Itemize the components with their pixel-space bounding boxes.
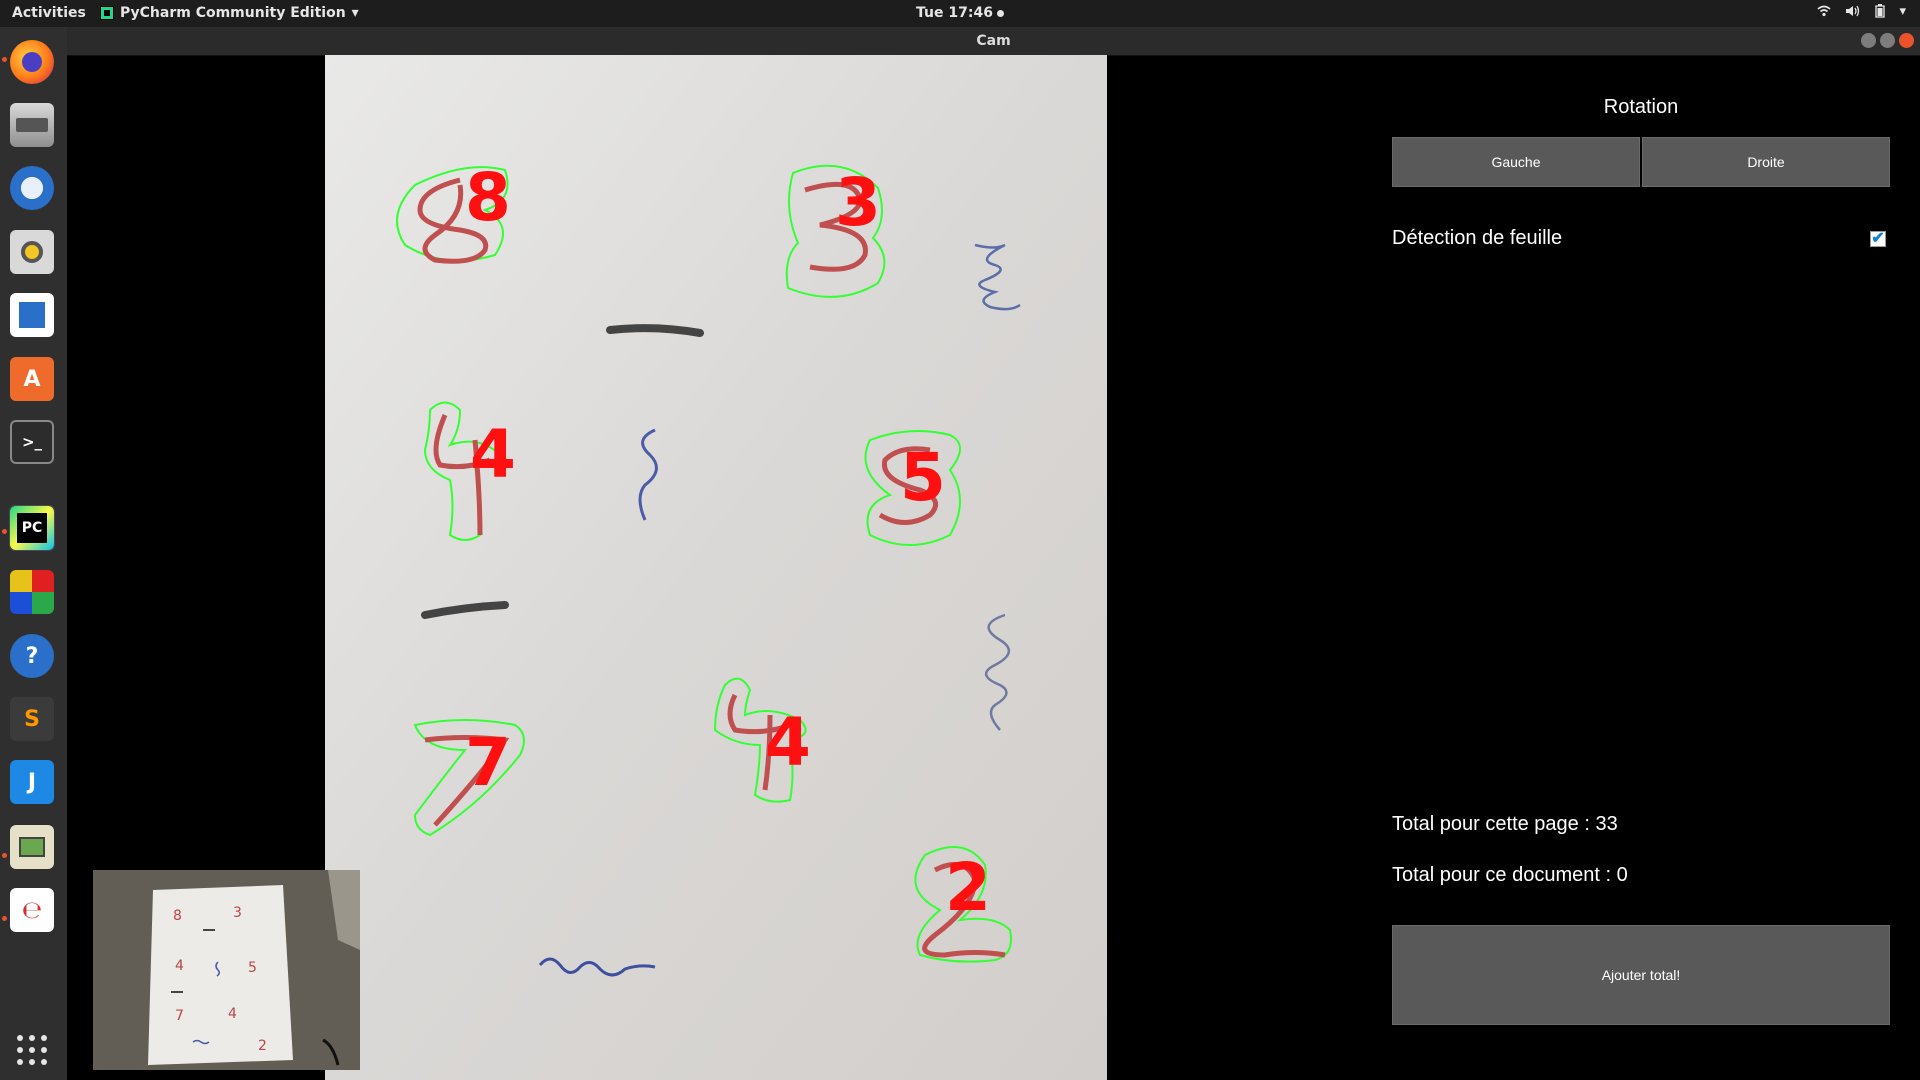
svg-text:3: 3 [233,905,242,921]
raw-camera-thumbnail: 8 3 4 5 7 4 2 [93,870,360,1070]
detected-digit-label: 7 [465,724,511,801]
libreoffice-writer-icon[interactable] [9,292,55,338]
sheet-detection-checkbox[interactable]: ✔ [1870,231,1886,247]
clock[interactable]: Tue 17:46 [0,5,1920,21]
notification-dot-icon [996,9,1004,17]
files-icon[interactable] [9,102,55,148]
svg-text:5: 5 [248,960,257,976]
detected-digit-label: 4 [765,704,811,781]
windows-app-icon[interactable] [9,569,55,615]
running-indicator [2,853,7,858]
system-tray[interactable]: ▾ [1817,4,1906,19]
sheet-detection-label: Détection de feuille [1392,227,1563,249]
rhythmbox-icon[interactable] [9,229,55,275]
svg-text:2: 2 [258,1038,267,1054]
help-icon[interactable]: ? [9,633,55,679]
svg-text:7: 7 [175,1008,184,1024]
svg-text:4: 4 [175,958,184,974]
paper-sheet [325,55,1107,1080]
battery-icon [1875,4,1886,18]
minimize-button[interactable] [1861,33,1876,48]
detected-digit-label: 8 [465,159,511,236]
maximize-button[interactable] [1880,33,1895,48]
terminal-icon[interactable]: >_ [9,419,55,465]
window-titlebar[interactable]: Cam [67,27,1920,56]
volume-icon [1846,5,1860,17]
sublime-text-icon[interactable]: S [9,696,55,742]
detected-digit-label: 5 [900,439,946,516]
svg-text:4: 4 [228,1006,237,1022]
system-menu-chevron-icon: ▾ [1899,4,1906,19]
image-viewer-icon[interactable] [9,824,55,870]
page-total-label: Total pour cette page : 33 [1392,813,1618,835]
pycharm-icon[interactable]: PC [9,505,55,551]
rotation-title: Rotation [1603,96,1679,118]
document-total-label: Total pour ce document : 0 [1392,864,1628,886]
checkmark-icon: ✔ [1871,230,1885,247]
evince-icon[interactable]: ℮ [9,887,55,933]
close-button[interactable] [1899,33,1914,48]
firefox-icon[interactable] [9,39,55,85]
camera-image: 8 3 4 5 7 4 2 [325,55,1107,1080]
thunderbird-icon[interactable] [9,165,55,211]
top-bar: Activities PyCharm Community Edition ▾ T… [0,0,1920,27]
control-panel: Rotation Gauche Droite Détection de feui… [1392,55,1890,1080]
rotate-left-button[interactable]: Gauche [1392,137,1640,187]
wifi-icon [1817,5,1831,17]
dock: A >_ PC ? S J ℮ [0,27,67,1080]
svg-text:8: 8 [173,908,182,924]
detected-digit-label: 4 [470,416,516,493]
running-indicator [2,57,7,62]
software-center-icon[interactable]: A [9,356,55,402]
detected-digit-label: 2 [945,849,991,926]
rotate-right-button[interactable]: Droite [1642,137,1890,187]
running-indicator [2,529,7,534]
add-total-button[interactable]: Ajouter total! [1392,925,1890,1025]
camera-feed: 8 3 4 5 7 4 2 [325,55,1107,1080]
jetbrains-j-icon[interactable]: J [9,759,55,805]
detected-digit-label: 3 [835,164,881,241]
running-indicator [2,916,7,921]
window-title: Cam [976,33,1011,49]
show-applications-icon[interactable] [9,1027,55,1073]
clock-label: Tue 17:46 [916,5,993,21]
